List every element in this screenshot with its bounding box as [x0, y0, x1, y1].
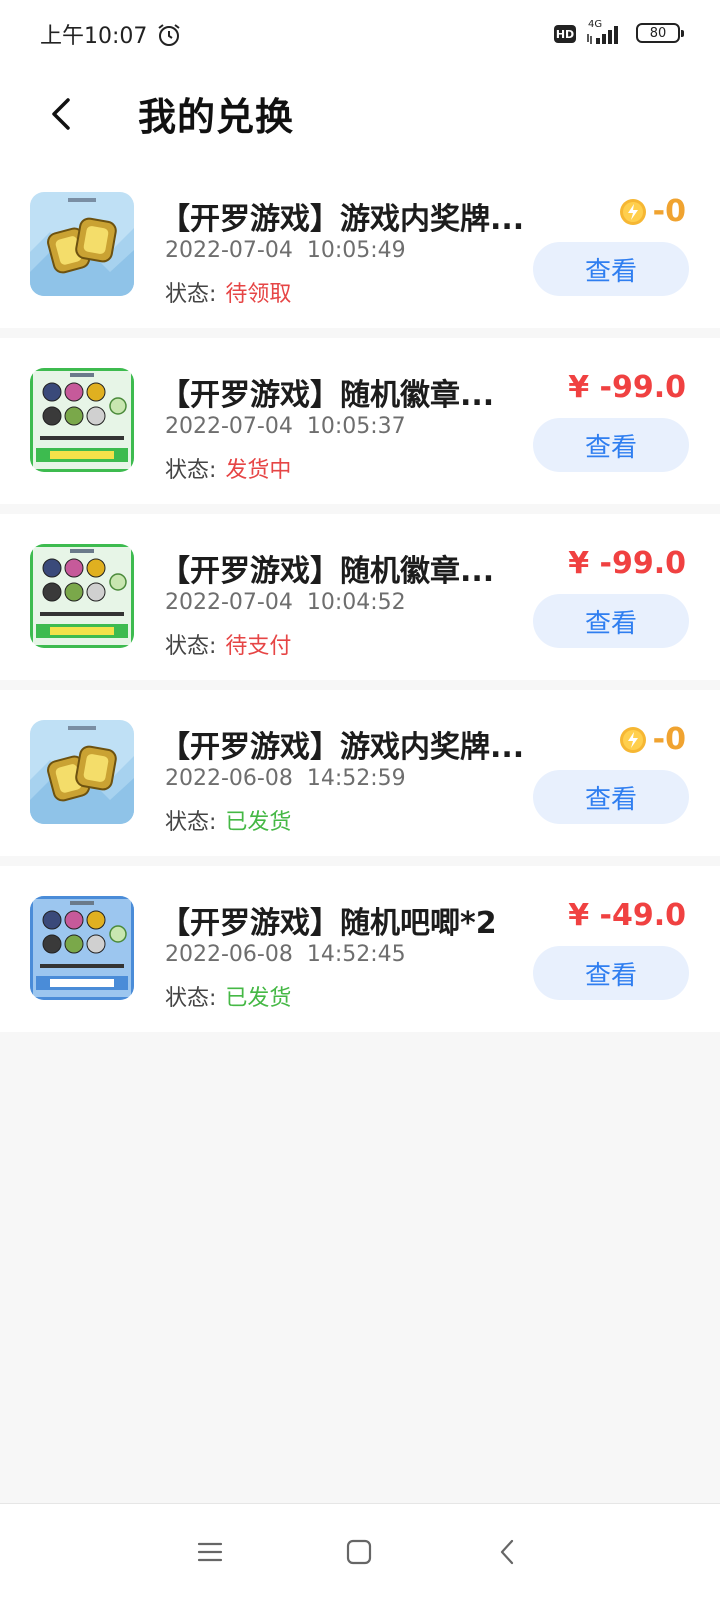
status-label: 状态:: [165, 986, 217, 1011]
product-title: 【开罗游戏】随机徽章...: [160, 378, 495, 413]
status-value: 待领取: [225, 282, 292, 307]
page-title: 我的兑换: [138, 95, 295, 139]
view-button[interactable]: 查看: [533, 418, 689, 472]
status-label: 状态:: [165, 458, 217, 483]
product-title: 【开罗游戏】随机徽章...: [160, 554, 495, 589]
price: -0: [619, 194, 686, 229]
coin-icon: [619, 198, 646, 225]
price: -0: [619, 722, 686, 757]
order-card[interactable]: 【开罗游戏】随机吧唧*2 2022-06-08 14:52:45 状态: 已发货…: [0, 866, 720, 1032]
order-card[interactable]: 【开罗游戏】游戏内奖牌... 2022-06-08 14:52:59 状态: 已…: [0, 690, 720, 856]
product-thumbnail: [30, 896, 134, 1000]
status-label: 状态:: [165, 810, 217, 835]
price: ¥ -49.0: [568, 898, 686, 933]
order-date: 2022-07-04 10:05:49: [165, 238, 406, 263]
price: ¥ -99.0: [568, 370, 686, 405]
view-button[interactable]: 查看: [533, 946, 689, 1000]
system-nav-bar: [0, 1503, 720, 1601]
order-card[interactable]: 【开罗游戏】游戏内奖牌... 2022-07-04 10:05:49 状态: 待…: [0, 162, 720, 328]
order-status-line: 状态: 待支付: [165, 628, 291, 660]
order-status-line: 状态: 待领取: [165, 276, 291, 308]
status-value: 发货中: [225, 458, 292, 483]
view-button[interactable]: 查看: [533, 242, 689, 296]
status-value: 已发货: [225, 810, 292, 835]
product-title: 【开罗游戏】游戏内奖牌...: [160, 730, 525, 765]
order-card[interactable]: 【开罗游戏】随机徽章... 2022-07-04 10:05:37 状态: 发货…: [0, 338, 720, 504]
status-bar: 上午10:07 HD 4G 80: [0, 0, 720, 68]
product-thumbnail: [30, 368, 134, 472]
home-icon[interactable]: [341, 1534, 377, 1570]
price-value: ¥ -99.0: [568, 546, 686, 581]
back-button[interactable]: [38, 90, 86, 138]
order-status-line: 状态: 发货中: [165, 452, 291, 484]
status-time: 上午10:07: [40, 24, 148, 49]
status-label: 状态:: [165, 634, 217, 659]
view-button[interactable]: 查看: [533, 594, 689, 648]
status-value: 待支付: [225, 634, 292, 659]
order-status-line: 状态: 已发货: [165, 980, 291, 1012]
product-thumbnail: [30, 192, 134, 296]
order-date: 2022-07-04 10:05:37: [165, 414, 406, 439]
signal-icon: [587, 26, 618, 44]
product-title: 【开罗游戏】游戏内奖牌...: [160, 202, 525, 237]
order-date: 2022-07-04 10:04:52: [165, 590, 406, 615]
coin-icon: [619, 726, 646, 753]
back-nav-icon[interactable]: [490, 1534, 526, 1570]
order-date: 2022-06-08 14:52:45: [165, 942, 406, 967]
hd-badge: HD: [554, 25, 576, 43]
battery-indicator: 80: [636, 23, 684, 43]
price-value: ¥ -99.0: [568, 370, 686, 405]
product-thumbnail: [30, 720, 134, 824]
view-button[interactable]: 查看: [533, 770, 689, 824]
menu-icon[interactable]: [192, 1534, 228, 1570]
alarm-icon: [158, 24, 180, 46]
product-thumbnail: [30, 544, 134, 648]
status-label: 状态:: [165, 282, 217, 307]
header: 我的兑换: [0, 68, 720, 163]
price-value: -0: [652, 194, 686, 229]
price: ¥ -99.0: [568, 546, 686, 581]
product-title: 【开罗游戏】随机吧唧*2: [160, 906, 497, 941]
price-value: ¥ -49.0: [568, 898, 686, 933]
price-value: -0: [652, 722, 686, 757]
order-status-line: 状态: 已发货: [165, 804, 291, 836]
order-card[interactable]: 【开罗游戏】随机徽章... 2022-07-04 10:04:52 状态: 待支…: [0, 514, 720, 680]
status-value: 已发货: [225, 986, 292, 1011]
order-date: 2022-06-08 14:52:59: [165, 766, 406, 791]
